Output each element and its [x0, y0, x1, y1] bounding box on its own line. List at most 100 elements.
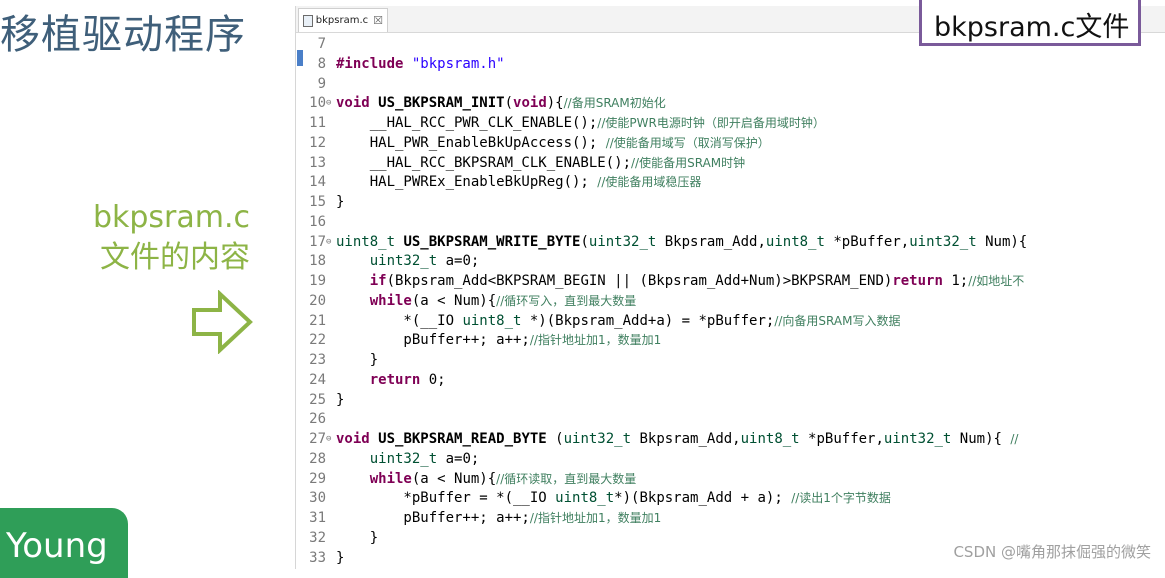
code-token: uint8_t [462, 312, 522, 329]
code-token: uint32_t [588, 233, 657, 250]
code-token: a=0; [437, 450, 480, 467]
line-number: 9 [317, 75, 326, 92]
line-number: 12 [309, 134, 326, 151]
tab-bkpsram-c[interactable]: bkpsram.c ☒ [298, 8, 388, 32]
code-line: 9 [296, 75, 1165, 95]
code-token: void [513, 95, 547, 112]
code-line: 24 return 0; [296, 371, 1165, 391]
line-number: 25 [309, 391, 326, 408]
code-token: //使能备用SRAM时钟 [631, 155, 746, 170]
code-token: HAL_PWR_EnableBkUpAccess(); [336, 134, 606, 151]
code-token: } [336, 549, 345, 566]
code-line: 10 ⊖ void US_BKPSRAM_INIT(void){//备用SRAM初始… [296, 94, 1165, 114]
code-token: uint8_t [555, 490, 615, 507]
line-number: 22 [309, 332, 326, 349]
hollow-right-arrow-icon [190, 289, 254, 355]
c-file-icon [303, 14, 313, 27]
code-token: while [369, 292, 412, 309]
line-number: 28 [309, 450, 326, 467]
code-line: 19 if(Bkpsram_Add<BKPSRAM_BEGIN || (Bkps… [296, 272, 1165, 292]
code-token: 1; [942, 273, 969, 289]
code-token: Bkpsram_Add, [656, 233, 766, 250]
code-token: //指针地址加1，数量加1 [529, 333, 662, 348]
code-token: uint8_t [740, 431, 800, 447]
code-token: uint32_t [369, 253, 438, 270]
code-text: return 0; [336, 371, 446, 391]
code-text: __HAL_RCC_PWR_CLK_ENABLE();//使能PWR电源时钟（即… [336, 114, 825, 134]
line-number: 7 [317, 36, 326, 52]
code-text: HAL_PWREx_EnableBkUpReg(); //使能备用域稳压器 [336, 173, 702, 193]
line-number: 24 [309, 371, 326, 388]
side-caption: bkpsram.c 文件的内容 [60, 198, 250, 278]
code-token: Num){ [976, 233, 1028, 250]
code-token: void [336, 95, 379, 112]
line-number: 10 [309, 95, 326, 112]
code-token: *)(Bkpsram_Add + a); [614, 490, 792, 507]
code-token: (Bkpsram_Add<BKPSRAM_BEGIN || (Bkpsram_A… [386, 273, 893, 289]
line-number: 26 [309, 411, 326, 428]
code-line: 13 __HAL_RCC_BKPSRAM_CLK_ENABLE();//使能备用… [296, 154, 1165, 174]
fold-toggle-icon[interactable]: ⊖ [326, 94, 331, 114]
fold-toggle-icon[interactable]: ⊖ [326, 430, 331, 450]
code-line: 26 [296, 410, 1165, 430]
fold-toggle-icon[interactable]: ⊖ [326, 233, 331, 253]
line-number: 18 [309, 253, 326, 270]
line-number: 23 [309, 352, 326, 368]
line-number: 32 [309, 529, 326, 546]
code-token: //向备用SRAM写入数据 [774, 313, 901, 328]
code-token: if [369, 273, 387, 289]
code-token: } [336, 194, 345, 210]
code-line: 25} [296, 391, 1165, 411]
code-text: void US_BKPSRAM_READ_BYTE (uint32_t Bkps… [336, 430, 1018, 450]
code-token: uint8_t [336, 233, 404, 250]
code-text: __HAL_RCC_BKPSRAM_CLK_ENABLE();//使能备用SRA… [336, 154, 745, 174]
code-text: HAL_PWR_EnableBkUpAccess(); //使能备用域写（取消写… [336, 134, 770, 154]
code-token: #include [336, 55, 412, 72]
code-token: //循环写入，直到最大数量 [496, 293, 637, 308]
code-token: uint32_t [369, 450, 438, 467]
code-line: 12 HAL_PWR_EnableBkUpAccess(); //使能备用域写（… [296, 134, 1165, 154]
line-number: 16 [309, 213, 326, 230]
code-token: pBuffer++; a++; [336, 332, 530, 349]
code-text: uint32_t a=0; [336, 450, 480, 470]
line-number: 14 [309, 174, 326, 191]
code-token: } [336, 352, 379, 368]
side-caption-line-1: bkpsram.c [92, 200, 250, 235]
code-text: } [336, 529, 378, 549]
code-area[interactable]: 7 8 #include "bkpsram.h" 9 10 ⊖ void US_BKPSRA… [296, 35, 1165, 568]
code-token: uint32_t [909, 233, 977, 250]
code-token: *pBuffer = *(__IO [336, 490, 556, 507]
line-number: 8 [317, 55, 326, 72]
code-text: } [336, 391, 344, 411]
code-token: pBuffer++; a++; [336, 510, 530, 526]
code-token: uint32_t [563, 431, 632, 447]
line-number: 33 [309, 549, 326, 566]
slide-title: 移植驱动程序 [0, 12, 246, 58]
code-text: while(a < Num){//循环写入，直到最大数量 [336, 292, 637, 312]
line-number: 20 [309, 292, 326, 309]
code-token: ( [546, 431, 564, 447]
code-token: *pBuffer, [824, 233, 910, 250]
code-line: 16 [296, 213, 1165, 233]
code-token: __HAL_RCC_PWR_CLK_ENABLE(); [336, 115, 598, 131]
code-token: //如地址不 [968, 274, 1025, 288]
code-token: ){ [546, 95, 564, 112]
code-line: 20 while(a < Num){//循环写入，直到最大数量 [296, 292, 1165, 312]
code-token: Bkpsram_Add, [631, 431, 741, 447]
code-text: void US_BKPSRAM_INIT(void){//备用SRAM初始化 [336, 94, 666, 114]
code-token: //指针地址加1，数量加1 [529, 511, 662, 525]
code-token: void [336, 431, 379, 447]
code-line: 28 uint32_t a=0; [296, 450, 1165, 470]
code-token: *pBuffer, [799, 431, 884, 447]
code-line: 23 } [296, 351, 1165, 371]
code-line: 21 *(__IO uint8_t *)(Bkpsram_Add+a) = *p… [296, 312, 1165, 332]
code-token: // [1010, 432, 1019, 446]
close-icon[interactable]: ☒ [373, 14, 383, 27]
code-token: 0; [420, 371, 446, 388]
code-token: } [336, 529, 379, 546]
code-text: *(__IO uint8_t *)(Bkpsram_Add+a) = *pBuf… [336, 312, 900, 332]
line-number: 11 [309, 115, 326, 131]
